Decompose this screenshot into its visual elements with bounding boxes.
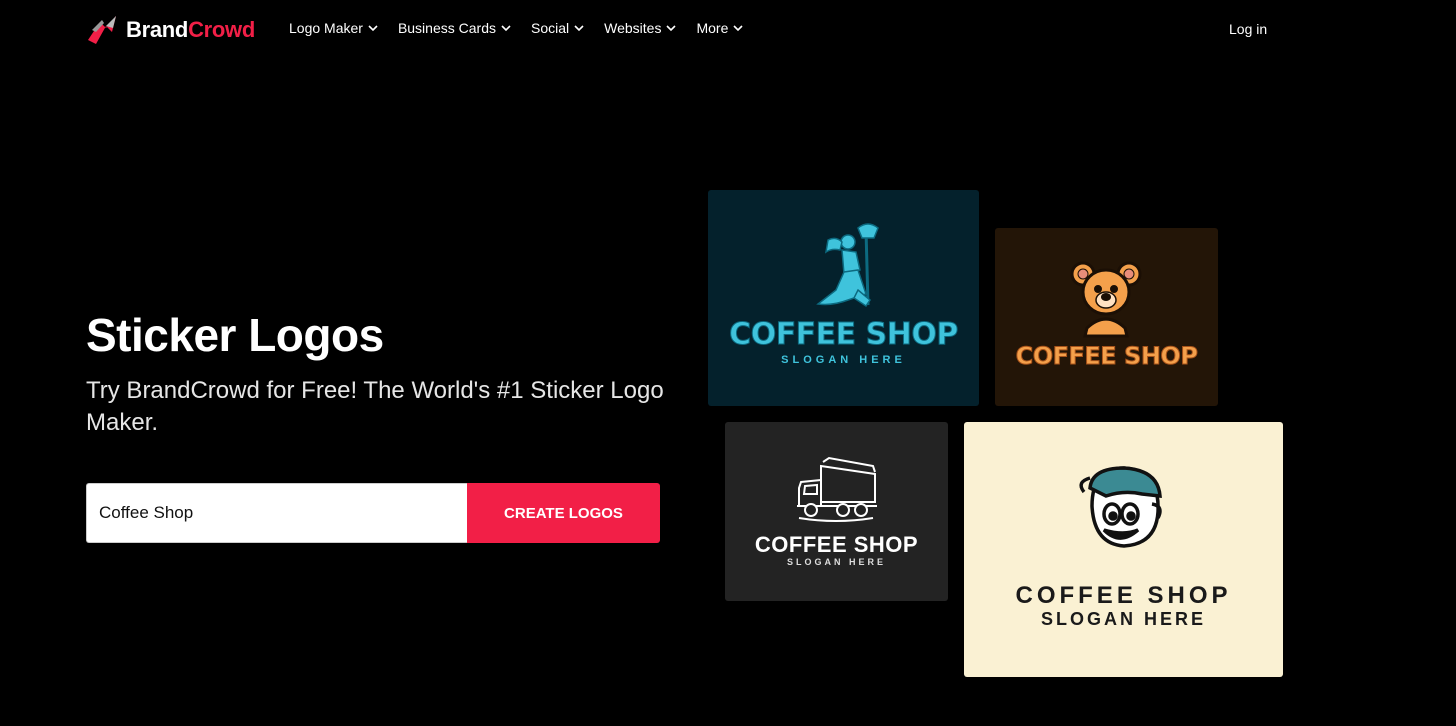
brand-name: BrandCrowd — [126, 17, 256, 42]
nav-item-business-cards[interactable]: Business Cards — [398, 20, 511, 36]
chevron-down-icon — [733, 25, 743, 32]
chevron-down-icon — [501, 25, 511, 32]
create-logos-button[interactable]: CREATE LOGOS — [467, 483, 660, 543]
bear-mascot-icon — [1070, 261, 1142, 338]
login-link[interactable]: Log in — [1229, 21, 1267, 37]
logo-name: COFFEE SHOP — [729, 317, 959, 353]
top-nav: BrandCrowd Logo Maker Business Cards Soc… — [0, 0, 1456, 60]
chevron-down-icon — [574, 25, 584, 32]
logo-card[interactable]: COFFEE SHOP SLOGAN HERE — [708, 190, 979, 406]
logo-name: COFFEE SHOP — [1015, 582, 1232, 609]
nav-menu: Logo Maker Business Cards Social Website… — [289, 20, 743, 36]
page-title: Sticker Logos — [86, 309, 384, 361]
business-name-input[interactable] — [86, 483, 467, 543]
logo-slogan: SLOGAN HERE — [781, 354, 906, 366]
logo-slogan: SLOGAN HERE — [786, 557, 886, 567]
hero-subtitle: Try BrandCrowd for Free! The World's #1 … — [86, 377, 664, 436]
cap-mascot-icon — [1079, 466, 1162, 548]
brandcrowd-logo-icon — [88, 16, 116, 44]
logo-card[interactable]: COFFEE SHOP SLOGAN HERE — [964, 422, 1283, 677]
nav-item-more[interactable]: More — [696, 20, 743, 36]
valkyrie-warrior-icon — [816, 223, 879, 308]
chevron-down-icon — [666, 25, 677, 32]
chevron-down-icon — [368, 25, 378, 32]
logo-name: COFFEE SHOP — [1015, 342, 1198, 371]
logo-card[interactable]: COFFEE SHOP — [995, 228, 1218, 406]
brand-logo[interactable]: BrandCrowd — [86, 14, 255, 46]
nav-item-websites[interactable]: Websites — [604, 20, 677, 36]
nav-item-logo-maker[interactable]: Logo Maker — [289, 20, 378, 36]
logo-search-form: CREATE LOGOS — [86, 483, 660, 543]
logo-name: COFFEE SHOP — [754, 532, 919, 557]
logo-card[interactable]: COFFEE SHOP SLOGAN HERE — [725, 422, 948, 601]
dump-truck-icon — [797, 456, 877, 522]
logo-slogan: SLOGAN HERE — [1040, 609, 1206, 629]
nav-item-social[interactable]: Social — [531, 20, 584, 36]
